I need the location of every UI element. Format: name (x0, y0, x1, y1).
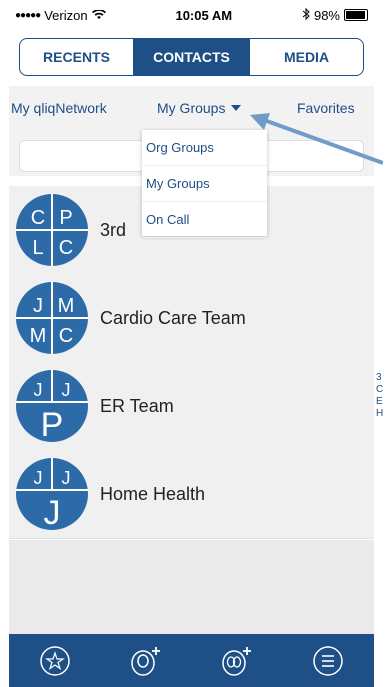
initial-bottom: P (41, 406, 64, 442)
add-contact-button[interactable] (126, 641, 166, 681)
media-tab[interactable]: MEDIA (249, 38, 364, 76)
initial-bottom-right: C (59, 325, 73, 347)
status-bar: ●●●●● Verizon 10:05 AM 98% (9, 0, 374, 30)
bottom-tab-bar (9, 634, 374, 687)
menu-button[interactable] (308, 641, 348, 681)
group-avatar-icon: J M M C (16, 282, 88, 354)
battery-fill (346, 11, 365, 19)
favorites-button[interactable] (35, 641, 75, 681)
empty-list-area (9, 540, 374, 634)
clipped-text-line: H (376, 408, 384, 419)
add-contact-icon (131, 646, 160, 676)
bluetooth-icon (302, 7, 310, 23)
initial-bottom: J (44, 494, 61, 530)
clipped-text-line: E (376, 396, 383, 407)
star-icon (39, 645, 70, 676)
initial-top-left: C (31, 207, 45, 229)
group-row[interactable]: J M M C Cardio Care Team (9, 274, 374, 363)
initial-bottom-right: C (59, 237, 73, 259)
menu-icon (313, 645, 344, 676)
my-qliqnetwork-tab[interactable]: My qliqNetwork (11, 86, 107, 130)
add-group-icon (222, 646, 252, 676)
add-group-button[interactable] (217, 641, 257, 681)
initial-bottom-left: M (30, 325, 47, 347)
phone-screen: ●●●●● Verizon 10:05 AM 98% RECENTS CONTA… (9, 0, 374, 687)
my-groups-label: My Groups (157, 100, 226, 116)
group-name: ER Team (100, 395, 174, 416)
group-row[interactable]: J J P ER Team (9, 362, 374, 451)
group-row[interactable]: J J J Home Health (9, 450, 374, 539)
group-name: Cardio Care Team (100, 307, 246, 328)
groups-list: C P L C 3rd J M M C Cardio Care Team J J… (9, 186, 374, 539)
initial-top-right: J (62, 380, 71, 400)
initial-bottom-left: L (32, 237, 43, 259)
group-avatar-icon: J J J (16, 458, 88, 530)
carrier: ●●●●● Verizon (15, 8, 106, 23)
clipped-side-text: 3 C E H (376, 372, 383, 420)
group-avatar-icon: C P L C (16, 194, 88, 266)
my-groups-tab[interactable]: My Groups (157, 86, 242, 130)
group-avatar-icon: J J P (16, 370, 88, 442)
recents-tab[interactable]: RECENTS (19, 38, 134, 76)
callout-arrow-icon (250, 113, 383, 165)
clipped-text-line: 3 (376, 372, 382, 383)
clock: 10:05 AM (175, 7, 233, 23)
initial-top-right: M (58, 295, 75, 317)
contacts-tab[interactable]: CONTACTS (134, 38, 249, 76)
caret-down-icon (231, 105, 242, 111)
group-name: 3rd (100, 219, 127, 240)
initial-top-right: P (59, 207, 72, 229)
battery-icon (344, 9, 368, 21)
segmented-control: RECENTS CONTACTS MEDIA (19, 38, 364, 76)
wifi-icon (91, 8, 106, 23)
battery-percent: 98% (313, 7, 340, 23)
status-right: 98% (302, 7, 368, 23)
dropdown-option-on-call[interactable]: On Call (142, 202, 267, 238)
initial-top-left: J (33, 295, 43, 317)
group-name: Home Health (100, 483, 206, 504)
initial-top-right: J (62, 468, 71, 488)
clipped-text-line: C (376, 384, 384, 395)
carrier-label: Verizon (44, 7, 88, 23)
initial-top-left: J (34, 380, 43, 400)
signal-dots-icon: ●●●●● (15, 9, 41, 21)
initial-top-left: J (34, 468, 43, 488)
my-qliqnetwork-label: My qliqNetwork (11, 100, 107, 116)
